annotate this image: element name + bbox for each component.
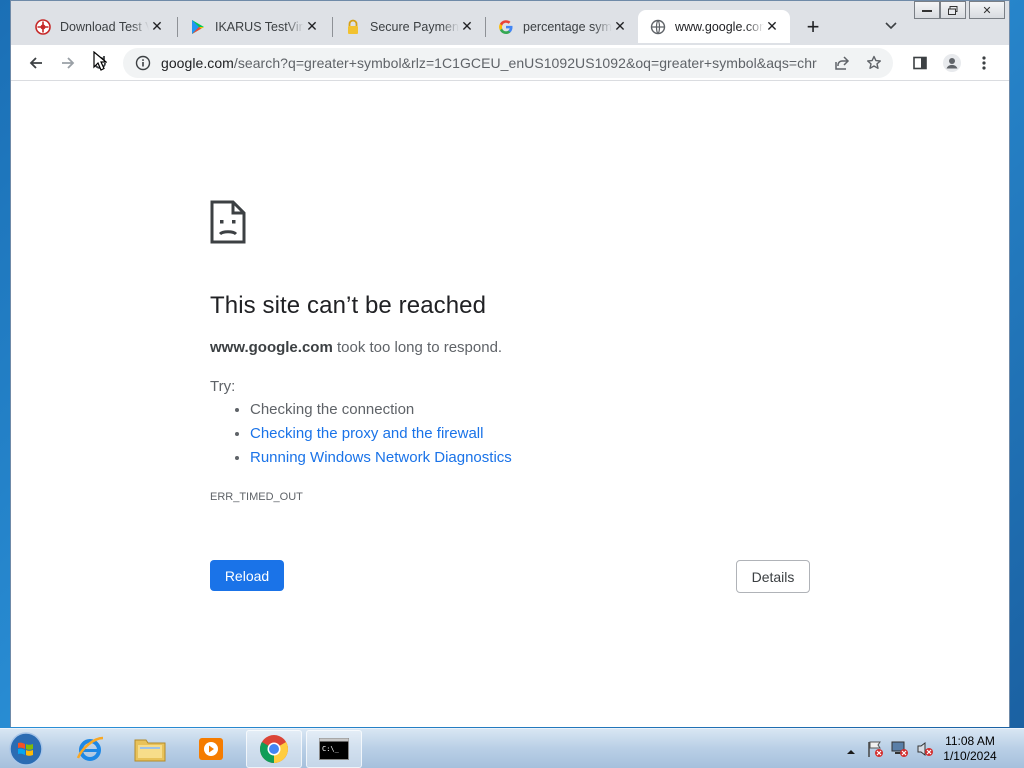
- tab-title: percentage symbol: [523, 19, 612, 34]
- eicar-icon: [35, 18, 51, 35]
- tab-strip: Download Test Viruses ✕ IKARUS TestVirus…: [11, 1, 1009, 45]
- error-code: ERR_TIMED_OUT: [210, 491, 303, 503]
- tab-title: www.google.com: [675, 19, 764, 34]
- taskbar: C:\_ 11:08 AM 1/10/2024: [0, 728, 1024, 768]
- globe-icon: [650, 19, 666, 35]
- suggestion-item: Checking the connection: [250, 400, 512, 424]
- network-disconnected-icon[interactable]: [891, 740, 909, 763]
- tab-secure-payment[interactable]: Secure Payment ✕: [333, 10, 485, 43]
- svg-text:C:\_: C:\_: [322, 745, 340, 753]
- file-explorer-icon[interactable]: [122, 730, 178, 768]
- lock-icon: [345, 19, 361, 35]
- error-page: This site can’t be reached www.google.co…: [11, 82, 1009, 727]
- close-icon[interactable]: ✕: [149, 18, 165, 35]
- side-panel-icon[interactable]: [907, 50, 933, 76]
- error-description: www.google.com took too long to respond.: [210, 339, 502, 356]
- browser-window: Download Test Viruses ✕ IKARUS TestVirus…: [10, 0, 1010, 727]
- volume-muted-icon[interactable]: [916, 740, 934, 763]
- menu-kebab-icon[interactable]: [971, 50, 997, 76]
- suggestions-list: Checking the connection Checking the pro…: [250, 400, 512, 472]
- tab-www-google-com[interactable]: www.google.com ✕: [638, 10, 790, 43]
- tab-download-test-viruses[interactable]: Download Test Viruses ✕: [23, 10, 175, 43]
- suggestion-check-connection: Checking the connection: [250, 401, 415, 418]
- error-host: www.google.com: [210, 339, 333, 356]
- tab-title: IKARUS TestVirus: [215, 19, 304, 34]
- error-desc-suffix: took too long to respond.: [332, 339, 503, 356]
- error-title: This site can’t be reached: [210, 292, 487, 319]
- show-hidden-icons-icon[interactable]: [846, 743, 856, 754]
- start-button[interactable]: [6, 731, 46, 767]
- restore-button[interactable]: [940, 1, 966, 19]
- close-icon[interactable]: ✕: [304, 18, 320, 35]
- close-icon[interactable]: ✕: [612, 18, 628, 35]
- info-icon[interactable]: [135, 55, 151, 71]
- command-prompt-icon[interactable]: C:\_: [306, 730, 362, 768]
- suggestion-proxy-firewall-link[interactable]: Checking the proxy and the firewall: [250, 425, 483, 442]
- back-button[interactable]: [23, 50, 49, 76]
- clock-date: 1/10/2024: [943, 749, 997, 763]
- new-tab-button[interactable]: +: [801, 14, 825, 39]
- close-window-button[interactable]: ✕: [969, 1, 1005, 19]
- action-center-flag-icon[interactable]: [866, 740, 884, 763]
- bookmark-star-icon[interactable]: [861, 53, 887, 73]
- tab-title: Download Test Viruses: [60, 19, 149, 34]
- media-player-icon[interactable]: [183, 730, 239, 768]
- tab-percentage-symbol[interactable]: percentage symbol ✕: [486, 10, 638, 43]
- share-icon[interactable]: [829, 53, 855, 73]
- details-button[interactable]: Details: [736, 560, 810, 593]
- suggestion-network-diagnostics-link[interactable]: Running Windows Network Diagnostics: [250, 449, 512, 466]
- minimize-button[interactable]: [914, 1, 940, 19]
- url-text[interactable]: google.com/search?q=greater+symbol&rlz=1…: [161, 55, 817, 71]
- suggestion-item: Running Windows Network Diagnostics: [250, 448, 512, 472]
- try-label: Try:: [210, 378, 236, 395]
- clock-time: 11:08 AM: [945, 734, 995, 748]
- close-icon[interactable]: ✕: [459, 18, 475, 35]
- toolbar: google.com/search?q=greater+symbol&rlz=1…: [11, 45, 1009, 81]
- sad-page-icon: [210, 200, 246, 249]
- address-bar[interactable]: google.com/search?q=greater+symbol&rlz=1…: [123, 48, 893, 78]
- close-icon[interactable]: ✕: [764, 18, 780, 35]
- profile-avatar-icon[interactable]: [939, 50, 965, 76]
- suggestion-item: Checking the proxy and the firewall: [250, 424, 512, 448]
- tab-search-chevron-icon[interactable]: [881, 16, 901, 36]
- tab-ikarus-testvirus[interactable]: IKARUS TestVirus ✕: [178, 10, 330, 43]
- play-store-icon: [190, 19, 206, 35]
- tab-title: Secure Payment: [370, 19, 459, 34]
- reload-page-button[interactable]: Reload: [210, 560, 284, 591]
- chrome-icon[interactable]: [246, 730, 302, 768]
- mouse-cursor-icon: [93, 50, 108, 76]
- system-clock[interactable]: 11:08 AM 1/10/2024: [940, 734, 1000, 764]
- internet-explorer-icon[interactable]: [62, 730, 118, 768]
- forward-button[interactable]: [55, 50, 81, 76]
- google-icon: [498, 19, 514, 35]
